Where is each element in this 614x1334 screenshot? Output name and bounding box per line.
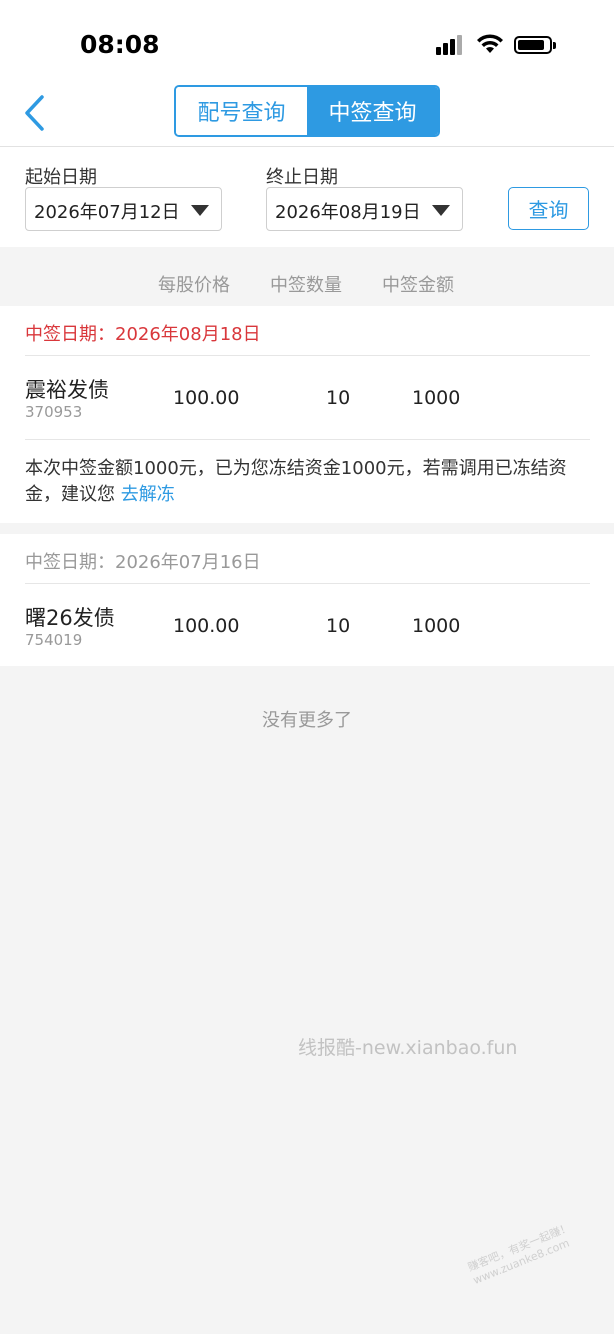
column-header-quantity: 中签数量 [270,275,342,296]
status-bar: 08:08 [0,0,614,88]
winning-amount: 1000 [412,387,461,409]
wifi-icon [477,34,503,53]
winning-quantity: 10 [326,387,351,409]
status-time: 08:08 [80,30,160,59]
tab-winning-query[interactable]: 中签查询 [307,87,438,135]
winning-record: 中签日期：2026年08月18日 震裕发债 370953 100.00 10 1… [0,306,614,523]
frozen-funds-notice: 本次中签金额1000元，已为您冻结资金1000元，若需调用已冻结资金，建议您 去… [25,456,590,508]
tab-allotment-query[interactable]: 配号查询 [176,87,307,135]
date-filter: 起始日期 2026年07月12日 终止日期 2026年08月19日 查询 [0,147,614,247]
winning-quantity: 10 [326,615,351,637]
end-date-value: 2026年08月19日 [275,202,421,223]
query-button[interactable]: 查询 [508,187,589,230]
start-date-select[interactable]: 2026年07月12日 [25,187,222,231]
unfreeze-link[interactable]: 去解冻 [121,484,175,505]
bond-name: 曙26发债 [25,606,115,630]
bond-code: 754019 [25,631,83,649]
query-type-segmented-control: 配号查询 中签查询 [174,85,440,137]
start-date-label: 起始日期 [25,167,97,188]
nav-bar: 配号查询 中签查询 [0,85,614,146]
column-header-price: 每股价格 [158,275,230,296]
app-root: 08:08 配号查询 中签查询 起始日期 2026年07月12日 终止日期 20… [0,0,614,1334]
end-date-select[interactable]: 2026年08月19日 [266,187,463,231]
bond-code: 370953 [25,403,83,421]
end-of-list-text: 没有更多了 [262,710,352,731]
bond-name: 震裕发债 [25,378,109,402]
caret-down-icon [191,205,209,216]
price-per-share: 100.00 [173,615,240,637]
cellular-signal-icon [436,35,466,55]
divider [25,583,590,584]
caret-down-icon [432,205,450,216]
start-date-value: 2026年07月12日 [34,202,180,223]
winning-record: 中签日期：2026年07月16日 曙26发债 754019 100.00 10 … [0,534,614,666]
divider [25,355,590,356]
chevron-left-icon[interactable] [20,92,50,134]
column-header-amount: 中签金额 [382,275,454,296]
notice-text: 本次中签金额1000元，已为您冻结资金1000元，若需调用已冻结资金，建议您 [25,458,567,505]
winning-amount: 1000 [412,615,461,637]
battery-level [518,40,544,50]
column-header-row: 每股价格 中签数量 中签金额 [0,258,614,306]
divider [25,439,590,440]
end-date-label: 终止日期 [266,167,338,188]
price-per-share: 100.00 [173,387,240,409]
winning-date: 中签日期：2026年08月18日 [25,324,261,345]
winning-date: 中签日期：2026年07月16日 [25,552,261,573]
corner-watermark: 赚客吧，有奖一起赚！ www.zuanke8.com [466,1221,578,1288]
battery-icon [514,36,556,54]
watermark-text: 线报酷-new.xianbao.fun [298,1037,518,1059]
